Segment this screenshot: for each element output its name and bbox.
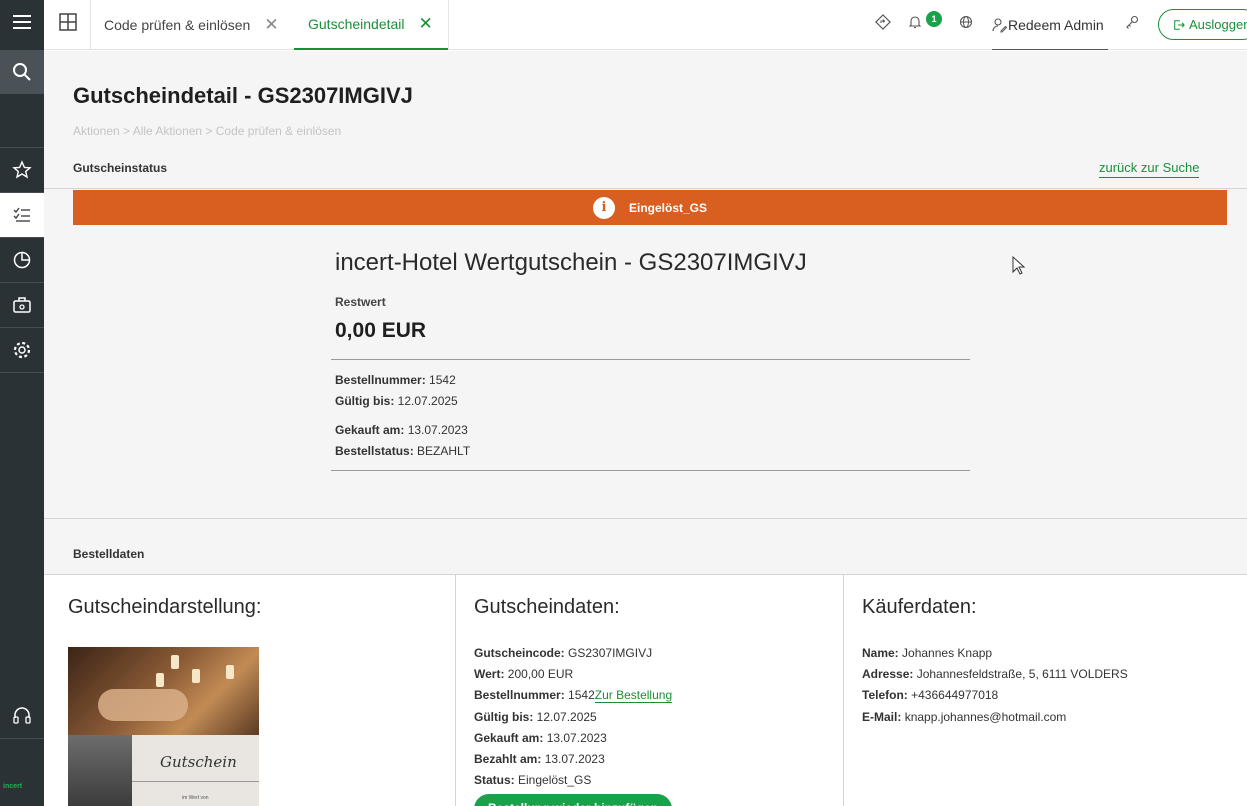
breadcrumb[interactable]: Aktionen > Alle Aktionen > Code prüfen &… bbox=[73, 124, 341, 138]
menu-icon[interactable] bbox=[0, 0, 44, 44]
re-add-order-button[interactable]: Bestellung wieder hinzufügen bbox=[474, 794, 672, 806]
logout-label: Ausloggen bbox=[1189, 17, 1247, 32]
value-row: Wert: 200,00 EUR bbox=[474, 667, 574, 681]
order-number-row: Bestellnummer: 1542 bbox=[335, 373, 456, 387]
checklist-icon[interactable] bbox=[0, 193, 44, 237]
top-bar: Code prüfen & einlösen ✕ Gutscheindetail… bbox=[44, 0, 1247, 50]
voucher-code-row: Gutscheincode: GS2307IMGIVJ bbox=[474, 646, 653, 660]
voucher-name: incert-Hotel Wertgutschein - GS2307IMGIV… bbox=[335, 249, 807, 276]
buyer-name-row: Name: Johannes Knapp bbox=[862, 646, 993, 660]
spa-photo bbox=[68, 647, 259, 735]
tab-code-pruefen[interactable]: Code prüfen & einlösen ✕ bbox=[90, 0, 294, 50]
page-title: Gutscheindetail - GS2307IMGIVJ bbox=[73, 83, 413, 108]
main-content: Gutscheindetail - GS2307IMGIVJ Aktionen … bbox=[44, 51, 1247, 806]
user-name: Redeem Admin bbox=[1008, 16, 1104, 33]
display-title: Gutscheindarstellung: bbox=[68, 596, 262, 618]
data-title: Gutscheindaten: bbox=[474, 596, 620, 618]
valid-until-row: Gültig bis: 12.07.2025 bbox=[474, 710, 597, 724]
order-number-row: Bestellnummer: 1542Zur Bestellung bbox=[474, 688, 673, 703]
back-to-search-link[interactable]: zurück zur Suche bbox=[1099, 160, 1200, 178]
status-text: Eingelöst_GS bbox=[628, 200, 708, 215]
key-icon[interactable] bbox=[1124, 14, 1140, 30]
logout-button[interactable]: Ausloggen bbox=[1158, 9, 1247, 40]
logout-icon bbox=[1174, 19, 1185, 30]
sidebar: incert bbox=[0, 0, 44, 806]
bought-row: Gekauft am: 13.07.2023 bbox=[474, 731, 607, 745]
voucher-image-title: Gutschein bbox=[160, 753, 237, 771]
order-status-row: Bestellstatus: BEZAHLT bbox=[335, 444, 471, 458]
star-icon[interactable] bbox=[0, 148, 44, 192]
rest-value: 0,00 EUR bbox=[335, 319, 427, 342]
tab-gutscheindetail[interactable]: Gutscheindetail ✕ bbox=[294, 0, 448, 50]
close-icon[interactable]: ✕ bbox=[264, 15, 278, 35]
status-banner: i Eingelöst_GS bbox=[73, 190, 1227, 225]
buyer-phone-row: Telefon: +436644977018 bbox=[862, 688, 999, 702]
search-icon[interactable] bbox=[0, 50, 44, 94]
user-edit-icon bbox=[992, 17, 1008, 32]
globe-icon[interactable] bbox=[958, 14, 974, 30]
brand-logo: incert bbox=[3, 783, 23, 790]
gear-icon[interactable] bbox=[0, 328, 44, 372]
paid-row: Bezahlt am: 13.07.2023 bbox=[474, 752, 605, 766]
directions-icon[interactable] bbox=[875, 14, 891, 30]
tab-label: Gutscheindetail bbox=[308, 16, 405, 32]
status-row: Status: Eingelöst_GS bbox=[474, 773, 592, 787]
valid-until-row: Gültig bis: 12.07.2025 bbox=[335, 394, 458, 408]
notification-badge: 1 bbox=[926, 11, 942, 27]
tab-label: Code prüfen & einlösen bbox=[104, 17, 251, 33]
user-menu[interactable]: Redeem Admin bbox=[992, 0, 1108, 50]
apps-grid-icon[interactable] bbox=[58, 12, 78, 32]
info-icon: i bbox=[592, 196, 615, 219]
close-icon[interactable]: ✕ bbox=[419, 14, 433, 34]
buyer-title: Käuferdaten: bbox=[862, 596, 977, 618]
interior-photo bbox=[68, 735, 132, 806]
to-order-link[interactable]: Zur Bestellung bbox=[594, 688, 673, 703]
headset-icon[interactable] bbox=[0, 694, 44, 738]
rest-label: Restwert bbox=[335, 295, 386, 309]
order-section-label: Bestelldaten bbox=[73, 547, 145, 561]
mouse-cursor-icon bbox=[1012, 256, 1026, 275]
bell-icon[interactable] bbox=[907, 14, 923, 30]
pie-chart-icon[interactable] bbox=[0, 238, 44, 282]
voucher-image[interactable]: Gutschein im Wert von bbox=[68, 647, 259, 806]
buyer-address-row: Adresse: Johannesfeldstraße, 5, 6111 VOL… bbox=[862, 667, 1128, 681]
bought-row: Gekauft am: 13.07.2023 bbox=[335, 423, 468, 437]
status-section-label: Gutscheinstatus bbox=[73, 161, 168, 175]
briefcase-icon[interactable] bbox=[0, 283, 44, 327]
app-window: incert Code prüfen & einlösen ✕ Gutschei… bbox=[0, 0, 1247, 806]
buyer-email-row: E-Mail: knapp.johannes@hotmail.com bbox=[862, 710, 1067, 724]
voucher-image-subtitle: im Wert von bbox=[182, 795, 209, 801]
